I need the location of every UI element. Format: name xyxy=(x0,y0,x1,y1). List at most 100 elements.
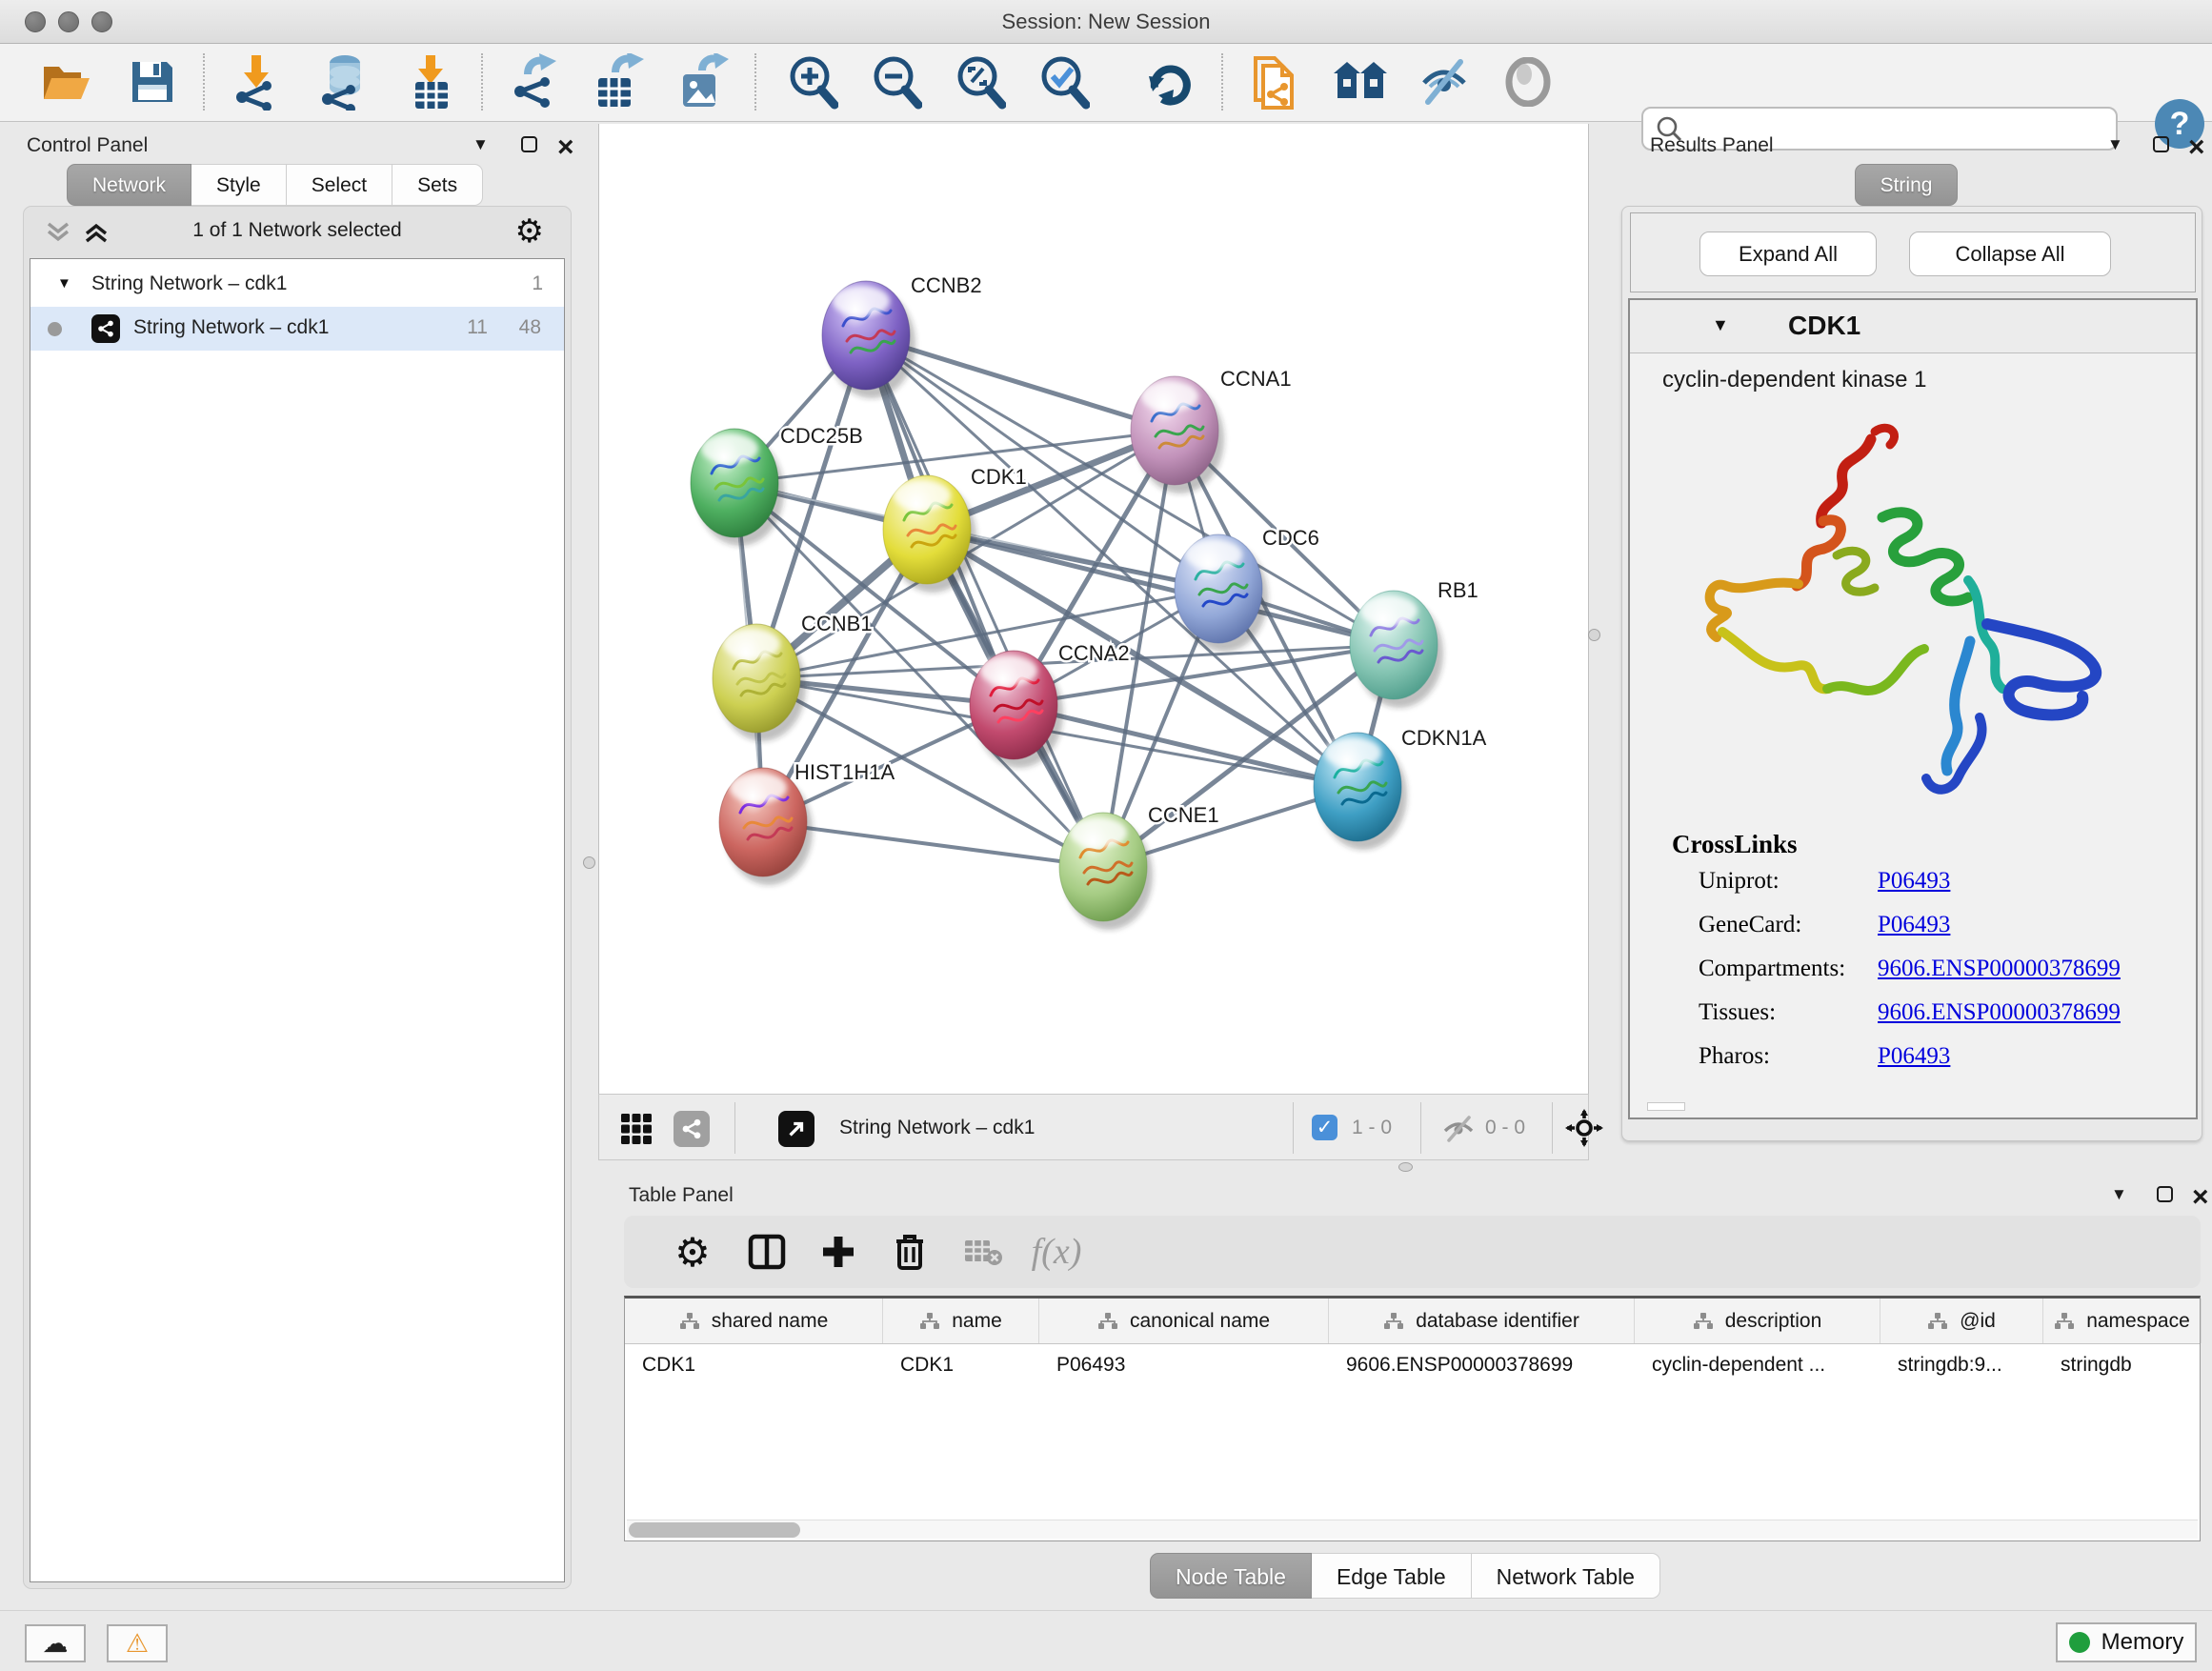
network-collection-row[interactable]: ▼ String Network – cdk1 1 xyxy=(30,263,564,307)
zoom-in-button[interactable] xyxy=(781,51,842,112)
network-canvas[interactable]: CCNB2CCNA1CDC25BCDK1CDC6RB1CCNB1CCNA2CDK… xyxy=(598,124,1589,1094)
crosslink-link[interactable]: 9606.ENSP00000378699 xyxy=(1878,956,2121,982)
network-edge[interactable] xyxy=(1014,705,1357,787)
right-splitter-handle[interactable] xyxy=(1588,629,1600,641)
tab-select[interactable]: Select xyxy=(287,164,392,206)
tab-sets[interactable]: Sets xyxy=(392,164,483,206)
crosslink-link[interactable]: P06493 xyxy=(1878,1043,1950,1070)
table-panel-close-button[interactable]: × xyxy=(2192,1189,2209,1205)
import-string-network-button[interactable] xyxy=(1244,51,1305,112)
expand-all-button[interactable]: Expand All xyxy=(1699,232,1877,276)
add-column-button[interactable] xyxy=(810,1216,867,1288)
tab-network-table[interactable]: Network Table xyxy=(1472,1553,1660,1599)
results-panel-float-button[interactable] xyxy=(2153,136,2169,157)
tab-node-table[interactable]: Node Table xyxy=(1150,1553,1312,1599)
protein-section-header[interactable]: ▼ CDK1 xyxy=(1630,300,2196,353)
string-home-button[interactable] xyxy=(1330,51,1391,112)
control-panel-float-button[interactable] xyxy=(521,136,537,157)
import-table-file-button[interactable] xyxy=(400,51,461,112)
network-node-ccnb2[interactable]: CCNB2 xyxy=(822,273,982,398)
tab-network[interactable]: Network xyxy=(67,164,191,206)
save-session-button[interactable] xyxy=(122,51,183,112)
table-row[interactable]: CDK1CDK1P064939606.ENSP00000378699cyclin… xyxy=(625,1344,2200,1386)
network-node-ccnb1[interactable]: CCNB1 xyxy=(713,612,873,741)
show-columns-button[interactable] xyxy=(738,1216,795,1288)
protein-expand-icon[interactable]: ▼ xyxy=(1712,315,1729,335)
network-edge[interactable] xyxy=(763,822,1103,867)
tab-edge-table[interactable]: Edge Table xyxy=(1312,1553,1472,1599)
import-network-database-button[interactable] xyxy=(312,51,373,112)
control-panel-collapse-icon[interactable]: ▼ xyxy=(473,135,489,154)
network-node-cdkn1a[interactable]: CDKN1A xyxy=(1314,726,1487,850)
left-splitter-handle[interactable] xyxy=(583,856,595,869)
node-label: RB1 xyxy=(1438,578,1478,602)
column-header-namespace[interactable]: namespace xyxy=(2043,1299,2202,1343)
tab-string[interactable]: String xyxy=(1855,164,1959,206)
open-session-button[interactable] xyxy=(36,51,97,112)
column-header-name[interactable]: name xyxy=(883,1299,1039,1343)
network-node-ccna2[interactable]: CCNA2 xyxy=(970,641,1130,768)
scrollbar-thumb[interactable] xyxy=(629,1522,800,1538)
zoom-out-button[interactable] xyxy=(865,51,926,112)
table-cell[interactable]: cyclin-dependent ... xyxy=(1635,1344,1880,1386)
table-settings-gear-icon[interactable]: ⚙ xyxy=(664,1216,721,1288)
column-header-id[interactable]: @id xyxy=(1880,1299,2043,1343)
refresh-view-button[interactable] xyxy=(1139,51,1200,112)
crosslink-link[interactable]: P06493 xyxy=(1878,868,1950,895)
delete-column-button[interactable] xyxy=(881,1216,938,1288)
network-node-hist1h1a[interactable]: HIST1H1A xyxy=(719,760,895,885)
column-header-shared-name[interactable]: shared name xyxy=(625,1299,883,1343)
warnings-button[interactable]: ⚠ xyxy=(107,1624,168,1662)
table-cell[interactable]: 9606.ENSP00000378699 xyxy=(1329,1344,1635,1386)
table-cell[interactable]: P06493 xyxy=(1039,1344,1329,1386)
control-panel-close-button[interactable]: × xyxy=(557,139,574,155)
table-panel-collapse-icon[interactable]: ▼ xyxy=(2111,1185,2127,1204)
results-panel-collapse-icon[interactable]: ▼ xyxy=(2107,135,2123,154)
protein-details-scroll[interactable]: ▼ CDK1 cyclin-dependent kinase 1 xyxy=(1628,298,2198,1119)
delete-table-button[interactable] xyxy=(955,1216,1012,1288)
network-row-selected[interactable]: String Network – cdk1 11 48 xyxy=(30,307,564,351)
table-cell[interactable]: stringdb:9... xyxy=(1880,1344,2043,1386)
network-edge[interactable] xyxy=(866,335,1103,867)
table-horizontal-scrollbar[interactable] xyxy=(627,1520,2198,1539)
network-options-gear-icon[interactable]: ⚙ xyxy=(515,212,544,251)
table-cell[interactable]: CDK1 xyxy=(883,1344,1039,1386)
show-glass-button[interactable] xyxy=(1498,51,1558,112)
birds-eye-view-button[interactable] xyxy=(620,1113,653,1150)
mini-scrollbar-thumb[interactable] xyxy=(1647,1102,1685,1111)
center-view-crosshair-icon[interactable] xyxy=(1565,1109,1603,1147)
hidden-eye-slash-icon[interactable] xyxy=(1441,1116,1476,1142)
function-builder-button[interactable]: f(x) xyxy=(1028,1216,1085,1288)
node-table[interactable]: shared namenamecanonical namedatabase id… xyxy=(624,1296,2201,1541)
crosslink-link[interactable]: P06493 xyxy=(1878,912,1950,938)
selected-checkbox[interactable]: ✓ xyxy=(1312,1115,1337,1140)
column-header-canonical-name[interactable]: canonical name xyxy=(1039,1299,1329,1343)
table-cell[interactable]: stringdb xyxy=(2043,1344,2202,1386)
bottom-splitter-handle[interactable] xyxy=(1398,1162,1413,1172)
network-view-toolbar: String Network – cdk1 ✓ 1 - 0 0 - 0 xyxy=(598,1094,1589,1160)
collapse-all-button[interactable]: Collapse All xyxy=(1909,232,2111,276)
table-panel-float-button[interactable] xyxy=(2157,1186,2173,1207)
network-node-ccne1[interactable]: CCNE1 xyxy=(1059,803,1219,930)
network-type-button[interactable] xyxy=(674,1111,710,1147)
zoom-fit-button[interactable] xyxy=(949,51,1010,112)
open-in-window-button[interactable] xyxy=(778,1111,814,1147)
results-panel-close-button[interactable]: × xyxy=(2188,139,2205,155)
export-table-button[interactable] xyxy=(587,51,648,112)
network-node-rb1[interactable]: RB1 xyxy=(1350,578,1478,708)
collection-expand-icon[interactable]: ▼ xyxy=(57,275,71,292)
table-cell[interactable]: CDK1 xyxy=(625,1344,883,1386)
column-header-database-identifier[interactable]: database identifier xyxy=(1329,1299,1635,1343)
hide-glass-button[interactable] xyxy=(1414,51,1475,112)
export-image-button[interactable] xyxy=(672,51,733,112)
column-header-description[interactable]: description xyxy=(1635,1299,1880,1343)
import-network-file-button[interactable] xyxy=(225,51,286,112)
crosslink-link[interactable]: 9606.ENSP00000378699 xyxy=(1878,999,2121,1026)
zoom-selected-button[interactable] xyxy=(1033,51,1094,112)
memory-button[interactable]: Memory xyxy=(2056,1622,2197,1662)
tab-style[interactable]: Style xyxy=(191,164,287,206)
network-node-ccna1[interactable]: CCNA1 xyxy=(1131,367,1292,493)
network-graph[interactable]: CCNB2CCNA1CDC25BCDK1CDC6RB1CCNB1CCNA2CDK… xyxy=(599,124,1588,1094)
cloud-button[interactable]: ☁ xyxy=(25,1624,86,1662)
export-network-button[interactable] xyxy=(503,51,564,112)
